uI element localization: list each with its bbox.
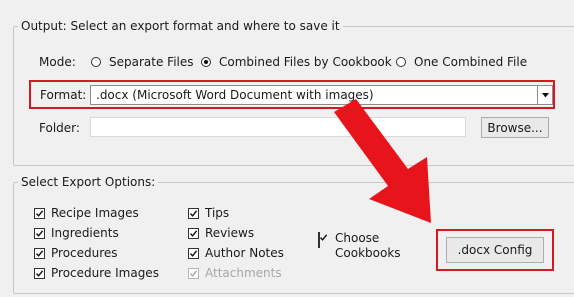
checkbox-indicator — [188, 247, 199, 259]
checkbox-indicator — [318, 232, 328, 248]
checkbox-label: Author Notes — [205, 246, 284, 260]
checkbox-label: Procedures — [51, 246, 118, 260]
folder-label: Folder: — [39, 121, 80, 135]
checkbox-recipe-images[interactable]: Recipe Images — [34, 206, 139, 220]
folder-input[interactable] — [90, 117, 466, 137]
mode-radio-one-combined-file[interactable]: One Combined File — [396, 55, 527, 69]
radio-label: Combined Files by Cookbook — [219, 55, 392, 69]
format-select[interactable]: .docx (Microsoft Word Document with imag… — [90, 85, 553, 105]
checkbox-label: Recipe Images — [51, 206, 139, 220]
dropdown-arrow-icon[interactable] — [537, 86, 552, 104]
checkbox-procedure-images[interactable]: Procedure Images — [34, 266, 159, 280]
checkbox-indicator — [188, 227, 199, 239]
checkbox-indicator — [188, 267, 199, 279]
checkbox-procedures[interactable]: Procedures — [34, 246, 118, 260]
mode-radio-combined-by-cookbook[interactable]: Combined Files by Cookbook — [201, 55, 392, 69]
radio-label: Separate Files — [109, 55, 194, 69]
checkbox-indicator — [34, 267, 45, 279]
checkbox-reviews[interactable]: Reviews — [188, 226, 254, 240]
checkbox-indicator — [188, 207, 199, 219]
radio-indicator — [91, 57, 101, 67]
checkbox-choose-cookbooks[interactable]: Choose Cookbooks — [318, 231, 408, 265]
radio-indicator-selected — [201, 57, 211, 67]
checkbox-label-line1: Choose — [335, 231, 380, 245]
checkbox-label: Tips — [205, 206, 230, 220]
format-select-value: .docx (Microsoft Word Document with imag… — [96, 88, 374, 102]
checkbox-label: Attachments — [205, 266, 282, 280]
checkbox-ingredients[interactable]: Ingredients — [34, 226, 119, 240]
checkbox-label: Reviews — [205, 226, 255, 240]
docx-config-button[interactable]: .docx Config — [446, 237, 544, 263]
checkbox-label: Procedure Images — [51, 266, 159, 280]
checkbox-tips[interactable]: Tips — [188, 206, 229, 220]
browse-button[interactable]: Browse... — [481, 117, 549, 138]
radio-label: One Combined File — [414, 55, 528, 69]
format-label: Format: — [40, 88, 87, 102]
checkbox-label: Ingredients — [51, 226, 119, 240]
mode-radio-separate-files[interactable]: Separate Files — [91, 55, 194, 69]
checkbox-indicator — [34, 247, 45, 259]
checkbox-attachments-disabled: Attachments — [188, 266, 282, 280]
mode-label: Mode: — [39, 55, 76, 69]
output-group-legend: Output: Select an export format and wher… — [18, 19, 343, 33]
checkbox-indicator — [34, 227, 45, 239]
radio-indicator — [396, 57, 406, 67]
checkbox-label-line2: Cookbooks — [335, 246, 401, 260]
checkbox-indicator — [34, 207, 45, 219]
export-options-legend: Select Export Options: — [18, 175, 159, 189]
checkbox-author-notes[interactable]: Author Notes — [188, 246, 284, 260]
